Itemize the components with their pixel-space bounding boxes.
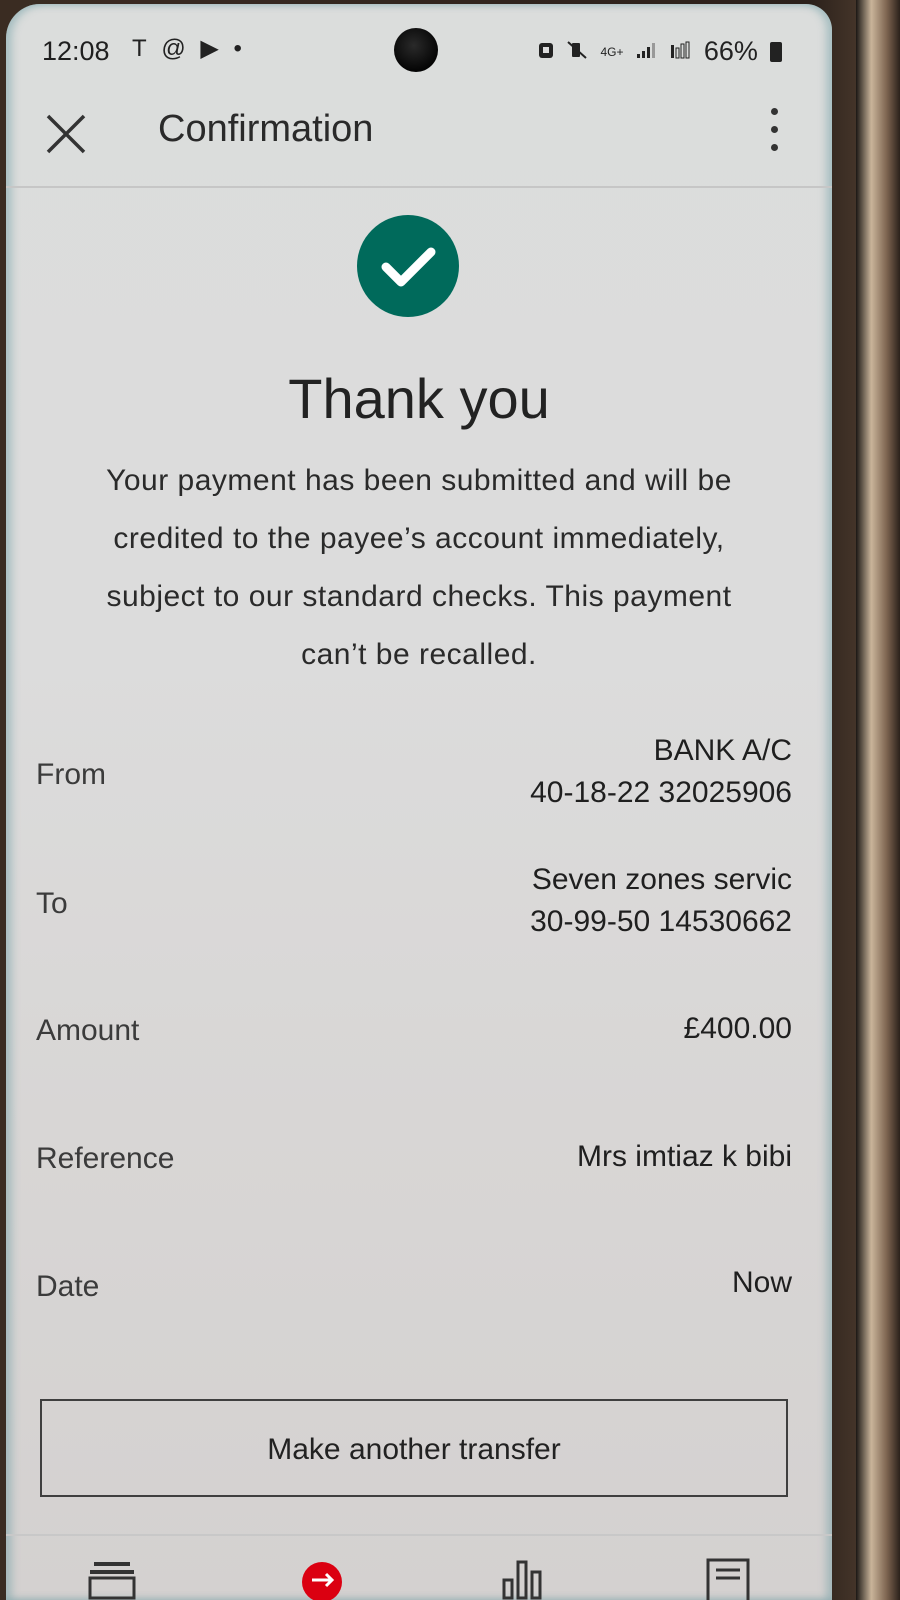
front-camera bbox=[394, 28, 438, 72]
close-button[interactable] bbox=[36, 104, 96, 164]
payee-name: Seven zones servic bbox=[531, 863, 792, 896]
to-value: Seven zones servic 30-99-50 14530662 bbox=[530, 859, 792, 943]
vibrate-mute-icon bbox=[566, 39, 588, 65]
alarm-icon bbox=[538, 39, 554, 65]
page-title: Confirmation bbox=[158, 108, 374, 150]
notification-icons: T @ ▶ • bbox=[132, 34, 248, 63]
youtube-icon: ▶ bbox=[200, 35, 221, 62]
check-circle-icon bbox=[356, 214, 460, 318]
system-icons: 4G+ 66% bbox=[532, 36, 782, 67]
make-another-transfer-button[interactable]: Make another transfer bbox=[40, 1399, 788, 1497]
detail-row-to: To Seven zones servic 30-99-50 14530662 bbox=[36, 859, 792, 949]
reference-label: Reference bbox=[36, 1142, 175, 1175]
confirmation-message: Your payment has been submitted and will… bbox=[106, 464, 732, 671]
signal-icon bbox=[636, 39, 658, 65]
pay-transfer-icon bbox=[302, 1562, 342, 1600]
nav-accounts[interactable] bbox=[82, 1552, 142, 1600]
from-account-number: 40-18-22 32025906 bbox=[530, 776, 792, 809]
date-label: Date bbox=[36, 1270, 100, 1303]
threads-icon: @ bbox=[161, 35, 188, 62]
close-icon bbox=[46, 114, 86, 154]
network-type-label: 4G+ bbox=[600, 44, 624, 59]
bottom-nav bbox=[6, 1534, 832, 1600]
battery-icon bbox=[770, 41, 782, 62]
nav-documents[interactable] bbox=[698, 1552, 758, 1600]
accounts-icon bbox=[88, 1562, 136, 1600]
amount-value: £400.00 bbox=[683, 1012, 792, 1045]
insights-icon bbox=[502, 1560, 542, 1600]
more-options-button[interactable] bbox=[756, 98, 792, 170]
nav-pay-transfer[interactable] bbox=[292, 1552, 352, 1600]
app-bar: Confirmation bbox=[6, 94, 832, 188]
detail-row-from: From BANK A/C 40-18-22 32025906 bbox=[36, 730, 792, 820]
status-bar: 12:08 T @ ▶ • 4G+ 66% bbox=[6, 4, 832, 94]
from-label: From bbox=[36, 758, 106, 791]
carrier-icon: T bbox=[132, 35, 149, 62]
date-value: Now bbox=[731, 1266, 792, 1299]
battery-percent: 66% bbox=[703, 36, 758, 66]
status-time: 12:08 bbox=[42, 36, 110, 66]
phone-frame: 12:08 T @ ▶ • 4G+ 66% Confirmation Thank… bbox=[0, 0, 900, 1600]
screen: 12:08 T @ ▶ • 4G+ 66% Confirmation Thank… bbox=[6, 4, 832, 1600]
more-notifications-icon: • bbox=[233, 35, 244, 62]
thank-you-heading: Thank you bbox=[288, 367, 550, 430]
to-label: To bbox=[36, 887, 68, 920]
signal-roaming-icon bbox=[670, 39, 692, 65]
from-account-name: BANK A/C bbox=[653, 734, 792, 767]
from-value: BANK A/C 40-18-22 32025906 bbox=[530, 730, 792, 814]
amount-label: Amount bbox=[36, 1014, 140, 1047]
nav-insights[interactable] bbox=[492, 1552, 552, 1600]
phone-side-edge bbox=[856, 0, 900, 1600]
reference-value: Mrs imtiaz k bibi bbox=[576, 1140, 792, 1173]
payee-account-number: 30-99-50 14530662 bbox=[530, 905, 792, 938]
detail-row-reference: Reference Mrs imtiaz k bibi bbox=[36, 1136, 792, 1186]
detail-row-date: Date Now bbox=[36, 1262, 792, 1312]
documents-icon bbox=[706, 1558, 750, 1600]
detail-row-amount: Amount £400.00 bbox=[36, 1008, 792, 1058]
